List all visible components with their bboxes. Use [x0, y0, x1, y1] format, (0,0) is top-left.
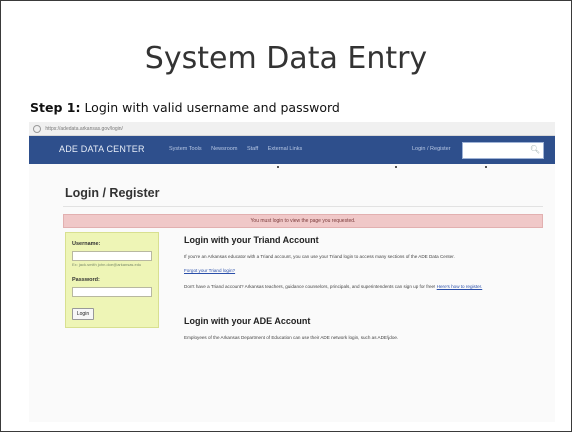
- step-text: Login with valid username and password: [84, 100, 340, 115]
- password-label: Password:: [72, 277, 100, 283]
- username-label: Username:: [72, 241, 101, 247]
- site-brand[interactable]: ADE DATA CENTER: [59, 144, 145, 154]
- ade-heading: Login with your ADE Account: [184, 316, 311, 326]
- triand-signup-text: Don't have a Triand account? Arkansas te…: [184, 284, 544, 290]
- ade-description: Employees of the Arkansas Department of …: [184, 335, 399, 340]
- login-form: Username: Ex: jack.smith john.doe@arkans…: [65, 232, 159, 328]
- search-icon[interactable]: 🔍︎: [530, 145, 540, 154]
- search-input[interactable]: 🔍︎: [462, 142, 544, 159]
- nav-link-newsroom[interactable]: Newsroom: [211, 146, 237, 152]
- username-hint: Ex: jack.smith john.doe@arkansas.edu: [72, 262, 142, 267]
- login-button[interactable]: Login: [72, 308, 94, 320]
- nav-link-system-tools[interactable]: System Tools: [169, 146, 202, 152]
- nav-link-external-links[interactable]: External Links: [268, 146, 303, 152]
- url-text: https://adedata.arkansas.gov/login/: [45, 126, 123, 132]
- forgot-triand-link[interactable]: Forgot your Triand login?: [184, 268, 235, 273]
- signup-description: Don't have a Triand account? Arkansas te…: [184, 284, 436, 289]
- how-to-register-link[interactable]: Here's how to register.: [437, 284, 483, 289]
- nav-link-staff[interactable]: Staff: [247, 146, 258, 152]
- globe-icon: [33, 124, 41, 133]
- website-screenshot: https://adedata.arkansas.gov/login/ ADE …: [29, 122, 555, 422]
- page-title: Login / Register: [65, 186, 160, 200]
- triand-description: If you're an Arkansas educator with a Tr…: [184, 254, 455, 259]
- triand-heading: Login with your Triand Account: [184, 235, 319, 245]
- slide: System Data Entry Step 1: Login with val…: [0, 0, 572, 432]
- divider: [63, 206, 543, 207]
- nav-login-register[interactable]: Login / Register: [412, 146, 451, 152]
- password-input[interactable]: [72, 287, 152, 297]
- step-instruction: Step 1: Login with valid username and pa…: [30, 100, 340, 115]
- address-bar[interactable]: https://adedata.arkansas.gov/login/: [29, 122, 555, 136]
- login-required-alert: You must login to view the page you requ…: [63, 214, 543, 228]
- nav-dropdown-markers: [29, 166, 555, 170]
- top-navbar: ADE DATA CENTER System Tools Newsroom St…: [29, 136, 555, 164]
- slide-title: System Data Entry: [144, 41, 428, 76]
- nav-links: System Tools Newsroom Staff External Lin…: [169, 146, 310, 152]
- username-input[interactable]: [72, 251, 152, 261]
- step-number: Step 1:: [30, 100, 81, 115]
